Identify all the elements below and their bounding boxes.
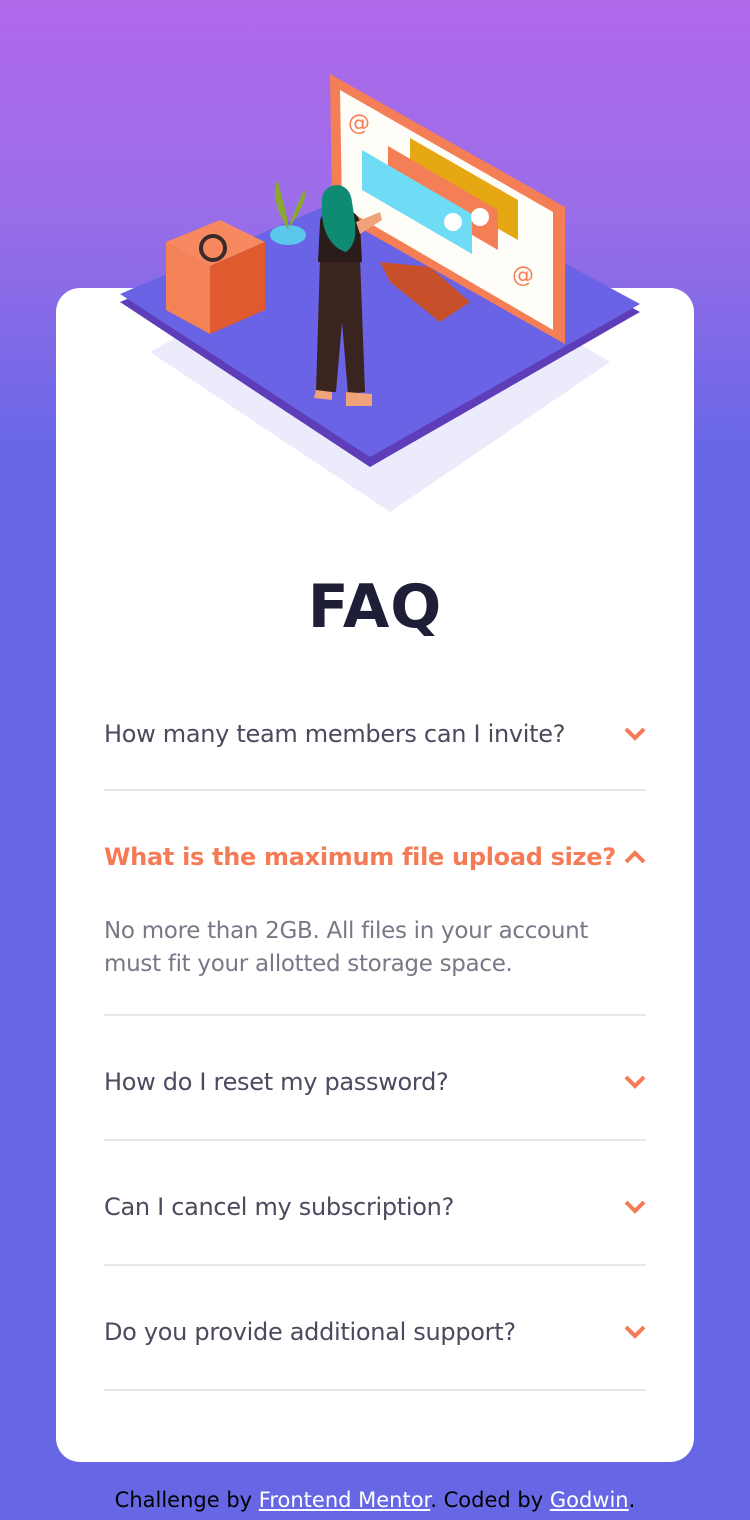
faq-list: How many team members can I invite? What… [104, 680, 646, 1391]
screen-dot [444, 213, 462, 231]
faq-question-button[interactable]: Can I cancel my subscription? [104, 1193, 646, 1221]
faq-question-label: Can I cancel my subscription? [104, 1193, 455, 1221]
faq-item: How many team members can I invite? [104, 680, 646, 791]
faq-answer: No more than 2GB. All files in your acco… [104, 918, 589, 977]
hero-illustration: @ @ [120, 74, 640, 512]
chevron-down-icon [624, 1075, 646, 1089]
attribution-middle: . Coded by [430, 1488, 550, 1512]
chevron-down-icon [624, 727, 646, 741]
faq-question-label: How do I reset my password? [104, 1068, 449, 1096]
faq-item: Can I cancel my subscription? [104, 1141, 646, 1266]
faq-question-button[interactable]: What is the maximum file upload size? [104, 843, 646, 871]
chevron-up-icon [624, 850, 646, 864]
chevron-down-icon [624, 1200, 646, 1214]
faq-question-label: How many team members can I invite? [104, 720, 566, 748]
frontend-mentor-link[interactable]: Frontend Mentor [259, 1488, 431, 1512]
author-link[interactable]: Godwin [550, 1488, 629, 1512]
attribution-suffix: . [628, 1488, 636, 1512]
faq-question-label: What is the maximum file upload size? [104, 843, 616, 871]
chevron-down-icon [624, 1325, 646, 1339]
attribution: Challenge by Frontend Mentor. Coded by G… [0, 1488, 750, 1512]
at-sign-icon: @ [512, 263, 534, 288]
attribution-prefix: Challenge by [114, 1488, 259, 1512]
faq-item: How do I reset my password? [104, 1016, 646, 1141]
faq-item: Do you provide additional support? [104, 1266, 646, 1391]
page-title: FAQ [307, 572, 443, 642]
faq-question-button[interactable]: How many team members can I invite? [104, 720, 646, 748]
faq-question-button[interactable]: Do you provide additional support? [104, 1318, 646, 1346]
faq-question-label: Do you provide additional support? [104, 1318, 516, 1346]
faq-question-button[interactable]: How do I reset my password? [104, 1068, 646, 1096]
screen-dot [471, 208, 489, 226]
at-sign-icon: @ [348, 111, 370, 136]
faq-item: What is the maximum file upload size? No… [104, 791, 646, 1016]
plant-pot [270, 225, 306, 245]
